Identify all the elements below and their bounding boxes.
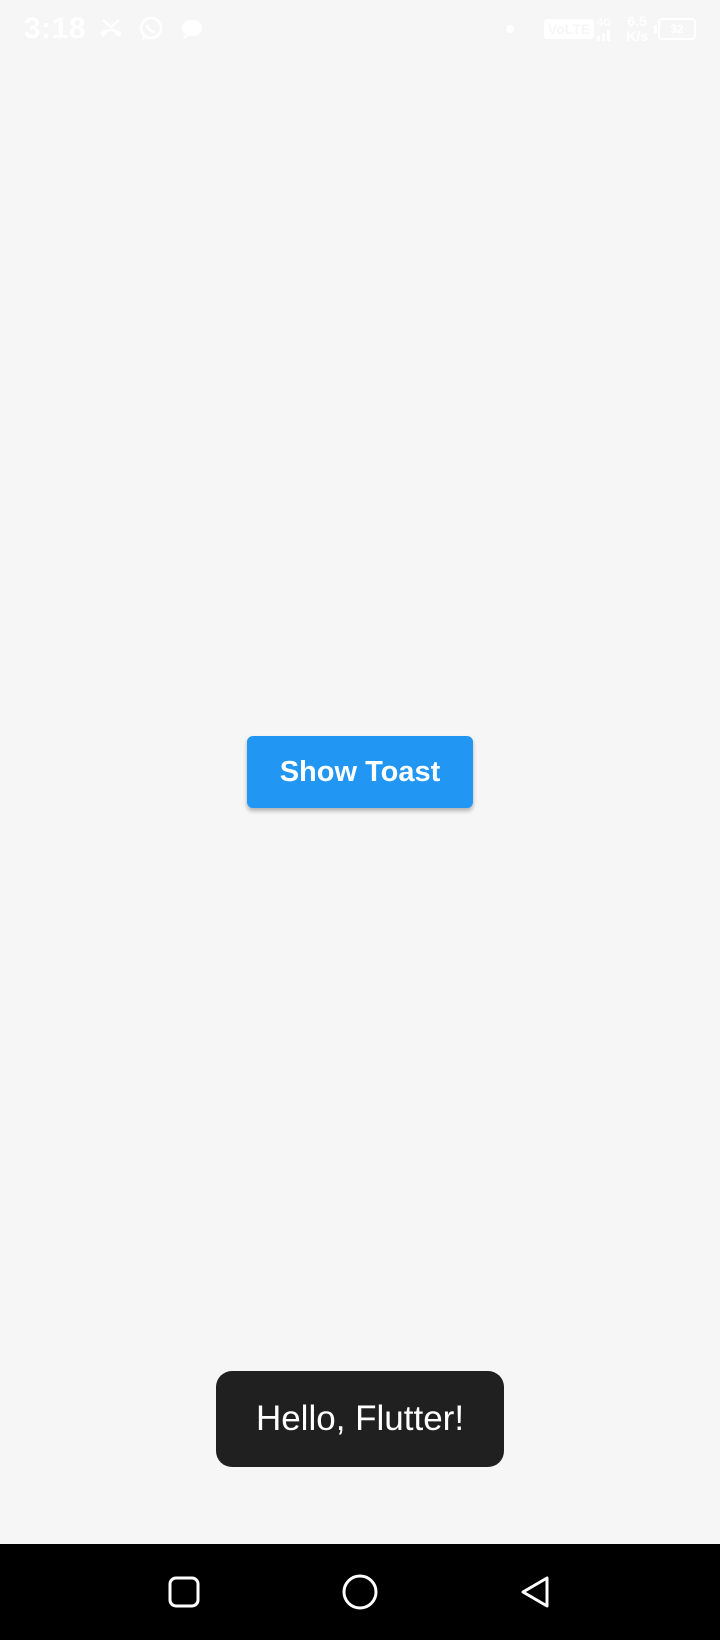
- signal-icon: 4G: [596, 16, 612, 41]
- notification-dot-icon: [505, 25, 514, 33]
- status-right: VoLTE 4G 6.5 K/s 32: [505, 14, 696, 44]
- volte-icon: VoLTE: [543, 19, 595, 39]
- battery-level: 32: [670, 22, 684, 36]
- chat-bubble-icon: [176, 14, 206, 44]
- status-bar: 3:18 VoLTE 4G 6.5 K/s 32: [0, 0, 720, 66]
- toast-message: Hello, Flutter!: [216, 1371, 504, 1467]
- recent-apps-icon[interactable]: [162, 1570, 206, 1614]
- status-left: 3:18: [24, 12, 206, 46]
- network-type: 4G: [596, 16, 612, 29]
- navigation-bar: [0, 1544, 720, 1640]
- network-speed: 6.5 K/s: [626, 14, 648, 44]
- network-speed-value: 6.5: [627, 13, 647, 29]
- home-icon[interactable]: [338, 1570, 382, 1614]
- battery-icon: 32: [654, 18, 696, 40]
- back-icon[interactable]: [514, 1570, 558, 1614]
- missed-call-icon: [96, 14, 126, 44]
- whatsapp-icon: [136, 14, 166, 44]
- show-toast-button[interactable]: Show Toast: [247, 736, 473, 808]
- status-time: 3:18: [24, 12, 87, 45]
- network-speed-unit: K/s: [626, 28, 648, 44]
